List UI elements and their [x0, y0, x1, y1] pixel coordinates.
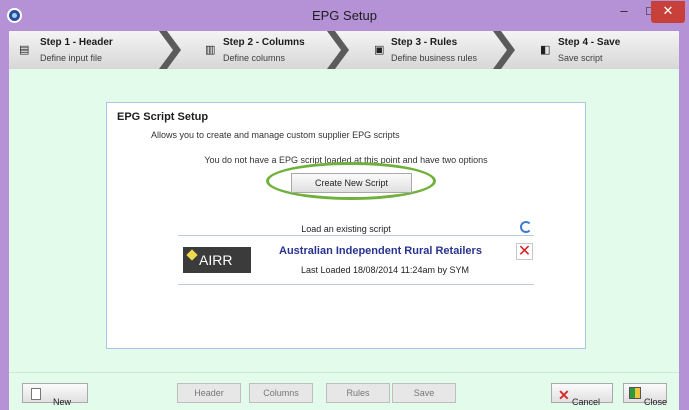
script-last-loaded: Last Loaded 18/08/2014 11:24am by SYM [301, 265, 469, 275]
step-columns[interactable]: ▥ Step 2 - Columns Define columns [167, 31, 341, 69]
columns-icon: ▥ [205, 44, 216, 56]
step-title: Step 3 - Rules [391, 37, 458, 48]
columns-button[interactable]: Columns [249, 383, 313, 403]
save-icon: ◧ [540, 44, 551, 56]
epg-setup-window: EPG Setup – □ ✕ ▤ Step 1 - Header Define… [0, 0, 689, 410]
delete-icon: ✕ [517, 243, 532, 260]
step-subtitle: Define columns [223, 53, 286, 63]
panel-description: Allows you to create and manage custom s… [151, 130, 400, 140]
cancel-button[interactable]: ✕ Cancel [551, 383, 613, 407]
airr-logo: AIRR [183, 247, 251, 273]
step-subtitle: Save script [558, 53, 603, 63]
step-subtitle: Define input file [40, 53, 103, 63]
cancel-icon: ✕ [558, 387, 570, 403]
wizard-steps: ▤ Step 1 - Header Define input file ▥ St… [9, 31, 679, 69]
footer-toolbar: New Header Columns Rules Save ✕ Cancel C… [9, 372, 679, 410]
main-content: EPG Script Setup Allows you to create an… [9, 69, 679, 372]
exit-icon [629, 387, 641, 399]
script-list-divider [178, 284, 534, 285]
title-bar: EPG Setup – □ ✕ [0, 0, 689, 31]
logo-text: AIRR [199, 252, 233, 268]
new-document-icon [31, 388, 41, 400]
epg-script-panel: EPG Script Setup Allows you to create an… [106, 102, 586, 349]
create-new-script-button[interactable]: Create New Script [291, 173, 412, 193]
close-window-button[interactable]: ✕ [651, 1, 685, 23]
step-rules[interactable]: ▣ Step 3 - Rules Define business rules [335, 31, 507, 69]
script-name-link[interactable]: Australian Independent Rural Retailers [279, 245, 482, 257]
panel-title: EPG Script Setup [117, 111, 209, 123]
delete-script-button[interactable]: ✕ [516, 243, 533, 260]
step-title: Step 1 - Header [40, 37, 113, 48]
document-icon: ▤ [19, 44, 30, 56]
load-existing-script-label: Load an existing script [301, 224, 391, 234]
header-button[interactable]: Header [177, 383, 241, 403]
step-save[interactable]: ◧ Step 4 - Save Save script [501, 31, 679, 69]
minimize-icon: – [620, 3, 628, 18]
new-button-label: New [53, 397, 72, 407]
database-icon: ▣ [374, 44, 385, 56]
window-title: EPG Setup [311, 8, 378, 23]
refresh-icon[interactable] [520, 221, 532, 233]
step-title: Step 4 - Save [558, 37, 621, 48]
logo-mark-icon [186, 249, 198, 261]
minimize-button[interactable]: – [611, 1, 637, 23]
step-title: Step 2 - Columns [223, 37, 305, 48]
new-button[interactable]: New [22, 383, 88, 407]
step-header[interactable]: ▤ Step 1 - Header Define input file [9, 31, 173, 69]
close-button[interactable]: Close [623, 383, 667, 407]
cancel-button-label: Cancel [572, 397, 601, 407]
step-subtitle: Define business rules [391, 53, 478, 63]
rules-button[interactable]: Rules [326, 383, 390, 403]
save-button[interactable]: Save [392, 383, 456, 403]
close-icon: ✕ [662, 3, 674, 18]
close-button-label: Close [644, 397, 668, 407]
script-list-divider [178, 235, 534, 236]
